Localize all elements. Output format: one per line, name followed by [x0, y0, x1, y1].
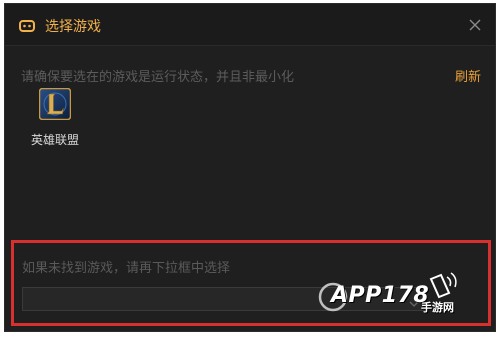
dialog-title: 选择游戏	[45, 19, 101, 35]
manual-select-hint: 如果未找到游戏，请再下拉框中选择	[22, 261, 231, 276]
close-button[interactable]	[465, 15, 485, 35]
watermark-sub: 手游网	[421, 301, 454, 314]
gamepad-icon	[19, 18, 35, 32]
title-bar: 选择游戏	[5, 4, 495, 46]
running-game-hint: 请确保要选在的游戏是运行状态，并且非最小化	[21, 70, 295, 85]
refresh-button[interactable]: 刷新	[455, 66, 481, 85]
league-of-legends-icon	[38, 87, 72, 121]
game-item[interactable]: 英雄联盟	[25, 87, 85, 152]
select-game-dialog: 选择游戏 请确保要选在的游戏是运行状态，并且非最小化 刷新 英雄联盟 如果未找到…	[4, 3, 496, 332]
close-icon	[469, 19, 481, 31]
app178-watermark: APP178 手游网	[309, 267, 489, 327]
game-name: 英雄联盟	[30, 133, 79, 147]
watermark-brand: APP178	[331, 283, 430, 308]
